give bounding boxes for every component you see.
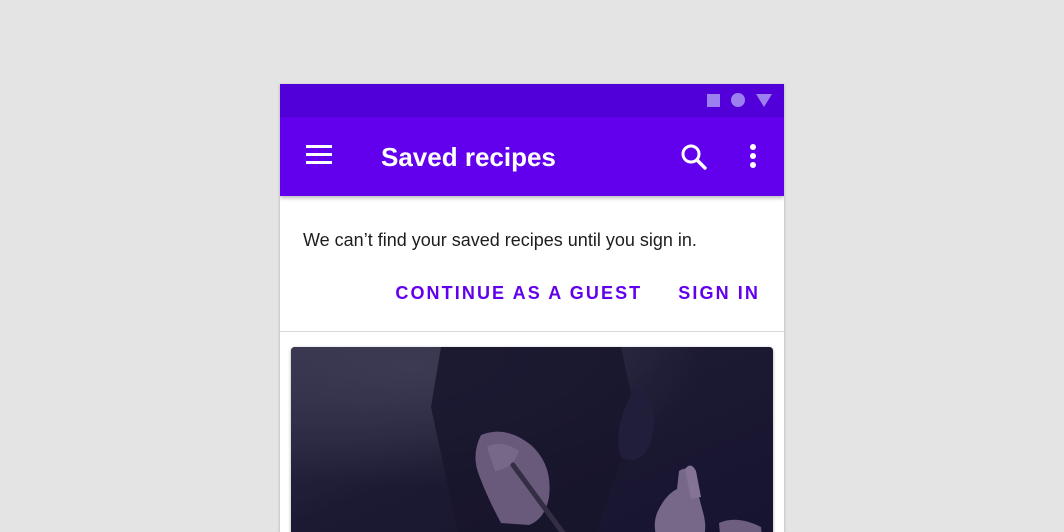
hamburger-menu-icon[interactable] [302,142,336,172]
status-icons [707,93,772,107]
app-bar-title: Saved recipes [381,142,556,172]
banner-actions: CONTINUE AS A GUEST SIGN IN [395,282,760,304]
sign-in-banner: We can’t find your saved recipes until y… [280,196,784,332]
phone-screen: Saved recipes We can’t find your saved r… [280,84,784,532]
continue-as-guest-button[interactable]: CONTINUE AS A GUEST [395,282,642,304]
top-app-bar: Saved recipes [280,117,784,196]
recipe-card[interactable] [291,347,773,532]
more-vertical-icon[interactable] [742,141,764,173]
square-icon [707,93,720,107]
search-icon[interactable] [678,141,710,173]
sign-in-button[interactable]: SIGN IN [678,282,760,304]
banner-message: We can’t find your saved recipes until y… [303,230,697,250]
triangle-icon [756,93,772,107]
circle-icon [731,93,745,107]
status-bar [280,84,784,117]
recipe-photo-hands [291,347,773,532]
